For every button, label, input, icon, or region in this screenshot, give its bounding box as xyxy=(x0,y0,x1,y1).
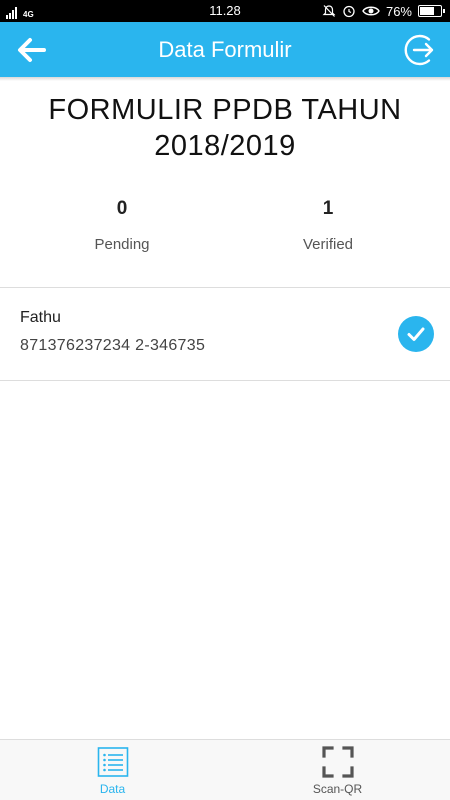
app-bar-shadow xyxy=(0,77,450,81)
list-item[interactable]: Fathu 871376237234 2-346735 xyxy=(0,288,450,380)
pending-stat[interactable]: 0 Pending xyxy=(32,196,212,254)
verified-count: 1 xyxy=(322,198,334,219)
bottom-nav: Data Scan-QR xyxy=(0,739,450,800)
battery-percent: 76% xyxy=(385,3,412,19)
verified-stat[interactable]: 1 Verified xyxy=(238,196,418,254)
pending-label: Pending xyxy=(94,236,150,253)
nav-scan-qr[interactable]: Scan-QR xyxy=(225,740,450,800)
eye-icon xyxy=(362,6,380,16)
pending-count: 0 xyxy=(116,198,128,219)
nav-scan-qr-label: Scan-QR xyxy=(312,782,363,796)
entry-name: Fathu xyxy=(20,309,61,326)
verified-label: Verified xyxy=(302,236,354,253)
nav-data[interactable]: Data xyxy=(0,740,225,800)
list-icon xyxy=(97,747,128,777)
alarm-icon xyxy=(343,5,355,18)
scan-qr-icon xyxy=(321,746,354,778)
screen: 4G 11.28 76% Data Formulir FORMULIR PPDB… xyxy=(0,0,450,800)
silent-icon xyxy=(322,5,336,17)
logout-icon xyxy=(404,34,434,66)
check-circle-icon xyxy=(398,316,434,352)
divider xyxy=(0,380,450,381)
app-bar: Data Formulir xyxy=(0,22,450,77)
entry-detail: 871376237234 2-346735 xyxy=(20,337,206,354)
battery-fill xyxy=(420,7,435,15)
page-title: Data Formulir xyxy=(158,37,292,62)
status-right: 76% xyxy=(322,3,445,19)
nav-data-label: Data xyxy=(99,782,126,796)
battery-icon xyxy=(418,5,445,17)
status-bar: 4G 11.28 76% xyxy=(0,0,450,22)
logout-button[interactable] xyxy=(400,30,440,70)
form-title: FORMULIR PPDB TAHUN 2018/2019 xyxy=(48,94,402,162)
